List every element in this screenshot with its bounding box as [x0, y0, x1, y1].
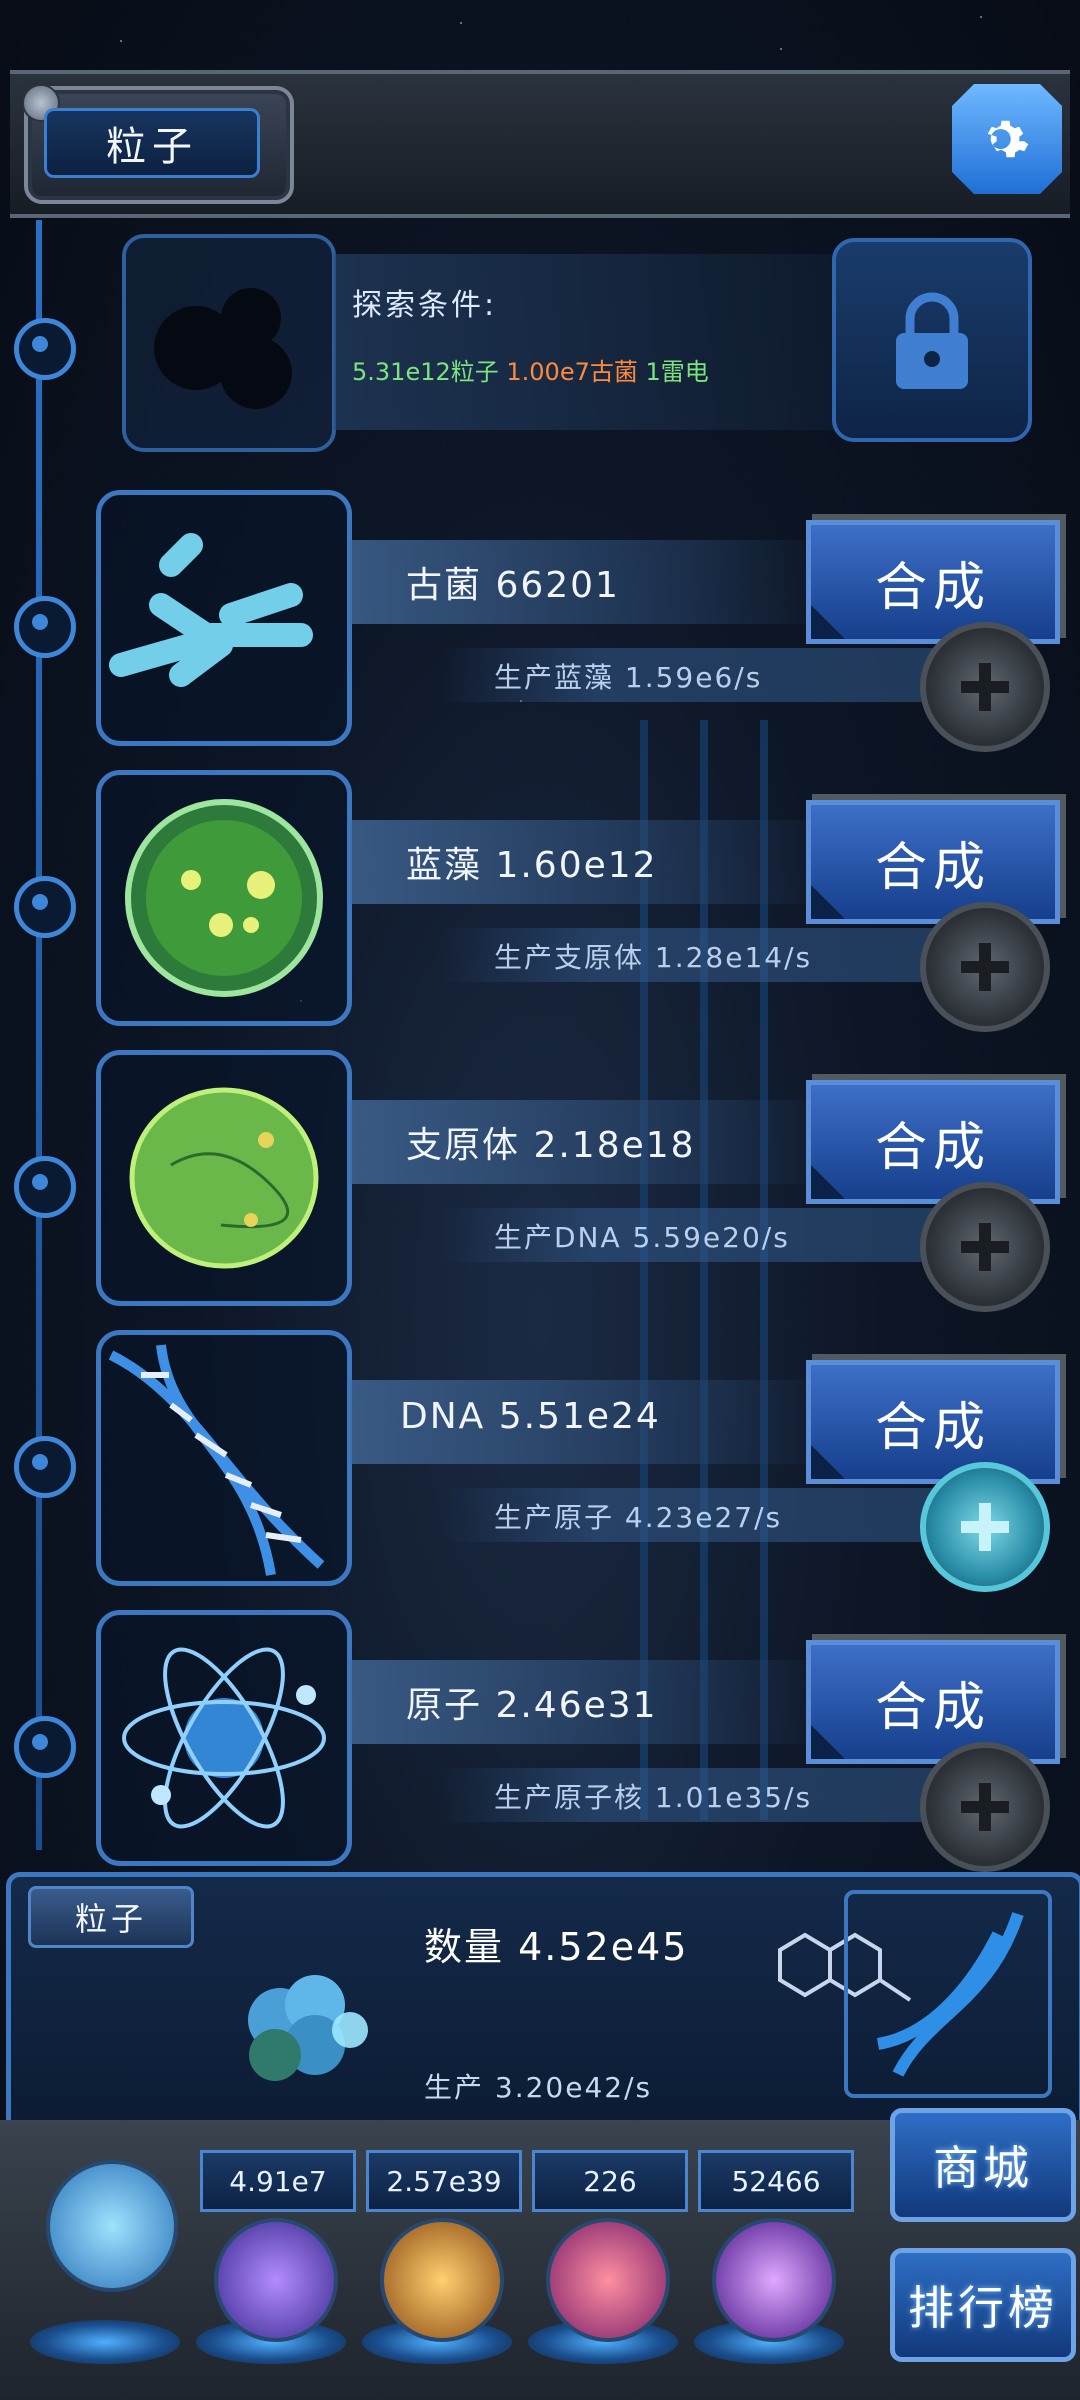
resource-name: 支原体 2.18e18	[406, 1125, 696, 1166]
synthesize-button[interactable]: 合成	[806, 520, 1060, 644]
resource-row: 蓝藻 1.60e12 生产支原体 1.28e14/s 合成	[0, 770, 1080, 1032]
dna-emblem-icon	[876, 1912, 1024, 2077]
resource-production: 生产蓝藻 1.59e6/s	[494, 661, 763, 694]
ranking-button[interactable]: 排行榜	[890, 2248, 1076, 2362]
upgrade-button[interactable]	[920, 1182, 1050, 1312]
particle-orb-button[interactable]	[46, 2160, 178, 2292]
particle-icon	[248, 1975, 368, 2081]
synthesize-button[interactable]: 合成	[806, 1640, 1060, 1764]
resource-production: 生产支原体 1.28e14/s	[494, 941, 813, 974]
req-particles: 5.31e12粒子	[352, 358, 499, 386]
rail-node-locked	[14, 318, 76, 380]
resource-counter-void: 52466	[698, 2150, 854, 2212]
panel-title: 粒子	[28, 1886, 194, 1948]
plus-icon	[961, 663, 1009, 711]
resource-name: DNA 5.51e24	[400, 1396, 661, 1437]
upgrade-button[interactable]	[920, 1462, 1050, 1592]
dna-emblem	[844, 1890, 1052, 2098]
dna-icon	[108, 1344, 325, 1576]
req-thunder: 1雷电	[645, 358, 709, 386]
explore-label: 探索条件:	[352, 288, 498, 323]
resource-production: 生产原子 4.23e27/s	[494, 1501, 783, 1534]
settings-button[interactable]	[952, 84, 1062, 194]
synthesize-button[interactable]: 合成	[806, 1360, 1060, 1484]
resource-name: 原子 2.46e31	[406, 1685, 658, 1726]
explore-lock-button[interactable]	[832, 238, 1032, 442]
plus-icon	[961, 943, 1009, 991]
mycoplasma-icon	[129, 1087, 319, 1269]
title-tab[interactable]: 粒子	[22, 84, 294, 204]
lock-icon	[896, 292, 968, 389]
upgrade-button[interactable]	[920, 902, 1050, 1032]
atom-card[interactable]	[96, 1610, 352, 1866]
brain-orb-button[interactable]	[546, 2218, 670, 2342]
resource-counter-brain: 226	[532, 2150, 688, 2212]
resource-production: 生产原子核 1.01e35/s	[494, 1781, 813, 1814]
resource-name: 蓝藻 1.60e12	[406, 845, 658, 886]
synthesize-button[interactable]: 合成	[806, 800, 1060, 924]
resource-row: DNA 5.51e24 生产原子 4.23e27/s 合成	[0, 1330, 1080, 1592]
particle-production: 生产 3.20e42/s	[424, 2071, 653, 2104]
resource-row: 古菌 66201 生产蓝藻 1.59e6/s 合成	[0, 490, 1080, 752]
plus-icon	[961, 1783, 1009, 1831]
shop-button[interactable]: 商城	[890, 2108, 1076, 2222]
silhouette-icon	[154, 288, 292, 409]
cyanobacteria-card[interactable]	[96, 770, 352, 1026]
synthesize-button[interactable]: 合成	[806, 1080, 1060, 1204]
plus-icon	[961, 1223, 1009, 1271]
cyanobacteria-icon	[125, 799, 323, 997]
bacteria-icon	[109, 533, 313, 687]
resource-row: 支原体 2.18e18 生产DNA 5.59e20/s 合成	[0, 1050, 1080, 1312]
pedestal	[30, 2320, 180, 2364]
req-archaea: 1.00e7古菌	[506, 358, 638, 386]
resource-counter-thunder: 4.91e7	[200, 2150, 356, 2212]
mycoplasma-card[interactable]	[96, 1050, 352, 1306]
galaxy-orb-button[interactable]	[380, 2218, 504, 2342]
resource-row: 原子 2.46e31 生产原子核 1.01e35/s 合成	[0, 1610, 1080, 1872]
explore-requirements: 5.31e12粒子 1.00e7古菌 1雷电	[352, 352, 709, 387]
resource-counter-galaxy: 2.57e39	[366, 2150, 522, 2212]
resource-name: 古菌 66201	[406, 565, 620, 606]
page-title: 粒子	[44, 108, 260, 178]
void-orb-button[interactable]	[712, 2218, 836, 2342]
thunder-orb-button[interactable]	[214, 2218, 338, 2342]
particle-count: 数量 4.52e45	[424, 1925, 689, 1969]
gear-icon	[987, 120, 1029, 158]
progress-rail	[36, 220, 42, 1850]
atom-icon	[122, 1647, 326, 1829]
upgrade-button[interactable]	[920, 1742, 1050, 1872]
upgrade-button[interactable]	[920, 622, 1050, 752]
plus-icon	[961, 1503, 1009, 1551]
dna-card[interactable]	[96, 1330, 352, 1586]
archaea-card[interactable]	[96, 490, 352, 746]
resource-production: 生产DNA 5.59e20/s	[494, 1221, 790, 1254]
unknown-item-card	[122, 234, 336, 452]
